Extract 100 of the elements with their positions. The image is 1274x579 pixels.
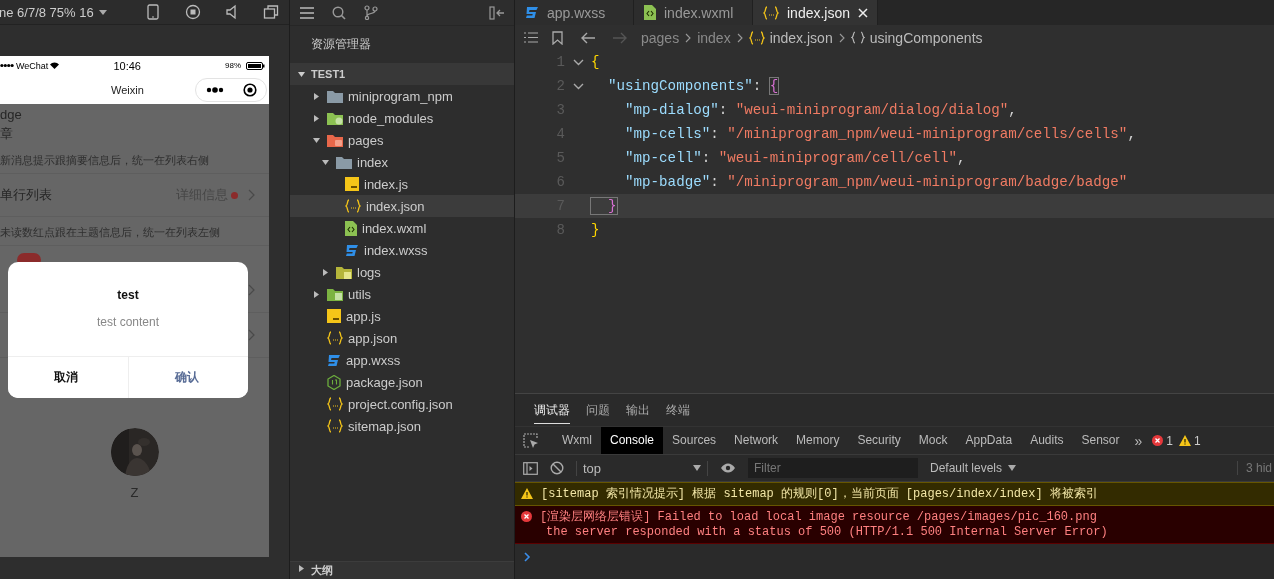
editor-tab[interactable]: index.wxml [634, 0, 753, 25]
tree-item[interactable]: utils [290, 283, 514, 305]
close-icon[interactable] [858, 7, 869, 18]
panel-tab[interactable]: 终端 [666, 396, 690, 424]
outline-header[interactable]: 大纲 [290, 561, 514, 579]
tree-item[interactable]: package.json [290, 371, 514, 393]
warning-icon [521, 488, 533, 499]
speaker-icon[interactable] [224, 4, 239, 20]
console-message: [渲染层网络层错误] Failed to load local image resource /pages/images/pic_160.png [540, 510, 1098, 525]
breadcrumb-item[interactable]: usingComponents [850, 29, 983, 46]
folder-icon [327, 89, 343, 103]
chevron-icon [838, 32, 845, 43]
devtools-tab[interactable]: Wxml [553, 427, 601, 454]
devtools-tab[interactable]: Memory [787, 427, 849, 454]
expand-arrow-icon[interactable] [321, 268, 329, 276]
tree-item[interactable]: app.json [290, 327, 514, 349]
tree-item[interactable]: pages [290, 129, 514, 151]
panel-tab[interactable]: 问题 [586, 396, 610, 424]
expand-arrow-icon[interactable] [312, 114, 320, 122]
js-file-icon [327, 309, 341, 323]
tree-item[interactable]: miniprogram_npm [290, 85, 514, 107]
braces-icon [763, 5, 779, 20]
eye-icon[interactable] [720, 463, 736, 473]
windows-icon[interactable] [262, 4, 279, 20]
branch-icon[interactable] [364, 5, 378, 20]
braces-icon [327, 397, 343, 411]
sidebar-toggle-icon[interactable] [523, 461, 538, 475]
battery-level: 98% [225, 61, 241, 70]
expand-arrow-icon[interactable] [298, 565, 305, 572]
inspect-icon[interactable] [523, 432, 539, 449]
confirm-button[interactable]: 确认 [127, 357, 248, 398]
expand-arrow-icon[interactable] [312, 290, 320, 298]
project-header[interactable]: TEST1 [290, 63, 514, 85]
device-selector[interactable]: ne 6/7/8 75% 16 [0, 4, 94, 20]
tree-item[interactable]: index [290, 151, 514, 173]
search-icon[interactable] [332, 5, 346, 20]
devtools-tab[interactable]: Console [601, 427, 664, 454]
breadcrumb-item[interactable]: pages [641, 29, 680, 46]
tree-item[interactable]: logs [290, 261, 514, 283]
battery-icon [246, 61, 265, 70]
devtools-tab[interactable]: AppData [956, 427, 1022, 454]
editor-tab[interactable]: index.json [753, 0, 878, 25]
panel-tab[interactable]: 输出 [626, 396, 650, 424]
editor-tab[interactable]: app.wxss [515, 0, 634, 25]
close-target-icon[interactable] [242, 82, 257, 97]
breadcrumb-item[interactable]: index.json [748, 29, 833, 46]
filter-field[interactable]: Filter [748, 458, 918, 478]
expand-arrow-icon[interactable] [312, 92, 320, 100]
console-message: [sitemap 索引情况提示] 根据 sitemap 的规则[0]，当前页面 [pages/index/index] 将被索引 [541, 487, 1098, 502]
devtools-tab[interactable]: Security [848, 427, 910, 454]
carrier-name: WeChat [16, 60, 49, 71]
tree-item[interactable]: app.js [290, 305, 514, 327]
notification-dot [231, 191, 238, 199]
breadcrumb-item[interactable]: index [697, 29, 731, 46]
folder-icon [327, 133, 343, 147]
error-icon [521, 511, 532, 522]
devtools-tab[interactable]: Sources [663, 427, 726, 454]
dialog-title: test [116, 287, 140, 302]
levels-select[interactable]: Default levels [930, 461, 1017, 475]
expand-arrow-icon[interactable] [298, 70, 305, 78]
caret-icon[interactable] [98, 9, 107, 15]
menu-icon[interactable] [300, 6, 314, 19]
prompt-icon[interactable] [524, 552, 531, 562]
outline-list-icon[interactable] [524, 32, 538, 43]
braces-icon [345, 199, 361, 213]
tree-item[interactable]: index.json [290, 195, 514, 217]
more-tabs-button[interactable]: » [1134, 432, 1143, 449]
user-name: Z [130, 485, 139, 500]
js-file-icon [345, 177, 359, 191]
braces-icon [327, 419, 343, 433]
collapse-panel-icon[interactable] [489, 5, 505, 20]
chevron-icon [685, 32, 692, 43]
folder-icon [336, 265, 352, 279]
section-heading: dge [0, 106, 23, 124]
tree-item[interactable]: index.js [290, 173, 514, 195]
tree-item[interactable]: app.wxss [290, 349, 514, 371]
context-select[interactable]: top [576, 460, 708, 476]
tree-item[interactable]: index.wxml [290, 217, 514, 239]
tree-item[interactable]: project.config.json [290, 393, 514, 415]
collapse-arrow-icon[interactable] [321, 158, 329, 166]
bookmark-icon[interactable] [552, 30, 563, 45]
css-file-icon [525, 6, 539, 19]
devtools-tab[interactable]: Audits [1021, 427, 1073, 454]
clear-console-icon[interactable] [550, 461, 564, 475]
dialog-message: test content [95, 315, 160, 331]
back-arrow-icon[interactable] [581, 31, 595, 44]
devtools-tab[interactable]: Network [725, 427, 788, 454]
collapse-arrow-icon[interactable] [312, 136, 320, 144]
tree-item[interactable]: node_modules [290, 107, 514, 129]
error-count: 1 [1166, 433, 1174, 448]
panel-tab[interactable]: 调试器 [534, 396, 570, 424]
stop-icon[interactable] [184, 4, 201, 20]
phone-icon[interactable] [146, 4, 159, 20]
braces-icon [327, 331, 343, 345]
devtools-tab[interactable]: Mock [909, 427, 957, 454]
tree-item[interactable]: index.wxss [290, 239, 514, 261]
tree-item[interactable]: sitemap.json [290, 415, 514, 437]
devtools-tab[interactable]: Sensor [1072, 427, 1129, 454]
more-icon[interactable] [205, 86, 224, 93]
css-file-icon [345, 243, 359, 257]
